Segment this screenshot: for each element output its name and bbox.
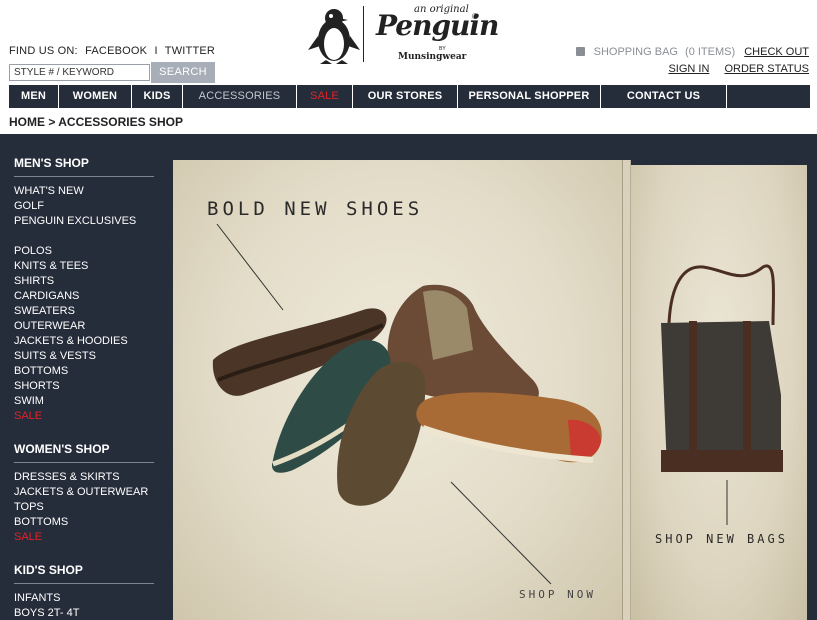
- breadcrumb: HOME > ACCESSORIES SHOP: [9, 115, 183, 129]
- sidebar-item-infants[interactable]: INFANTS: [14, 591, 154, 606]
- sidebar-item-jackets-outerwear[interactable]: JACKETS & OUTERWEAR: [14, 485, 154, 500]
- sidebar-item-sweaters[interactable]: SWEATERS: [14, 304, 154, 319]
- shoes-illustration: [212, 223, 602, 585]
- sidebar-item-knits-tees[interactable]: KNITS & TEES: [14, 259, 154, 274]
- shoes-banner[interactable]: BOLD NEW SHOES SHOP NOW: [173, 160, 622, 620]
- sidebar-item-bottoms[interactable]: BOTTOMS: [14, 364, 154, 379]
- logo-registered: ®: [472, 12, 478, 21]
- logo-divider: [363, 6, 364, 62]
- order-status-link[interactable]: ORDER STATUS: [724, 63, 809, 75]
- nav-kids[interactable]: KIDS: [132, 85, 183, 108]
- logo-munsingwear: Munsingwear: [398, 52, 467, 62]
- sidebar-item-dresses-skirts[interactable]: DRESSES & SKIRTS: [14, 470, 154, 485]
- nav-women[interactable]: WOMEN: [59, 85, 132, 108]
- hero-title: BOLD NEW SHOES: [207, 198, 424, 220]
- penguin-icon: [308, 9, 360, 64]
- checkout-link[interactable]: CHECK OUT: [744, 46, 809, 58]
- sidebar-item-jackets-hoodies[interactable]: JACKETS & HOODIES: [14, 334, 154, 349]
- bags-banner[interactable]: SHOP NEW BAGS: [631, 165, 807, 620]
- shopping-bag-count: (0 ITEMS): [685, 46, 736, 58]
- breadcrumb-current: ACCESSORIES SHOP: [58, 115, 183, 129]
- sidebar-item-golf[interactable]: GOLF: [14, 199, 154, 214]
- sidebar-item-boys-2t-4t[interactable]: BOYS 2T- 4T: [14, 606, 154, 620]
- search-button[interactable]: SEARCH: [151, 62, 215, 83]
- sidebar-item-outerwear[interactable]: OUTERWEAR: [14, 319, 154, 334]
- banner-divider: [622, 160, 631, 620]
- account-links: SHOPPING BAG (0 ITEMS) CHECK OUT SIGN IN…: [575, 46, 809, 75]
- shop-new-bags-link[interactable]: SHOP NEW BAGS: [655, 532, 788, 546]
- twitter-link[interactable]: TWITTER: [165, 45, 215, 57]
- sidebar-item-mens-sale[interactable]: SALE: [14, 409, 154, 424]
- shopping-bag-icon: [575, 47, 585, 56]
- sidebar-item-polos[interactable]: POLOS: [14, 244, 154, 259]
- breadcrumb-arrow: >: [48, 115, 56, 129]
- nav-sale[interactable]: SALE: [297, 85, 353, 108]
- breadcrumb-home[interactable]: HOME: [9, 115, 45, 129]
- shop-now-link[interactable]: SHOP NOW: [519, 588, 596, 601]
- social-links: FIND US ON: FACEBOOK I TWITTER: [9, 45, 215, 57]
- search-input[interactable]: [9, 64, 150, 81]
- tote-bag-illustration: [661, 264, 783, 525]
- main-nav: MEN WOMEN KIDS ACCESSORIES SALE OUR STOR…: [9, 85, 810, 108]
- shopping-bag-label[interactable]: SHOPPING BAG: [594, 46, 678, 58]
- sign-in-link[interactable]: SIGN IN: [668, 63, 709, 75]
- site-header: FIND US ON: FACEBOOK I TWITTER SEARCH an…: [0, 0, 817, 84]
- mens-shop-heading[interactable]: MEN'S SHOP: [14, 156, 154, 177]
- sidebar-item-whats-new[interactable]: WHAT'S NEW: [14, 184, 154, 199]
- social-separator: I: [154, 45, 158, 57]
- sidebar: MEN'S SHOP WHAT'S NEW GOLF PENGUIN EXCLU…: [14, 156, 154, 620]
- facebook-link[interactable]: FACEBOOK: [85, 45, 147, 57]
- sidebar-item-swim[interactable]: SWIM: [14, 394, 154, 409]
- womens-shop-heading[interactable]: WOMEN'S SHOP: [14, 442, 154, 463]
- nav-accessories[interactable]: ACCESSORIES: [183, 85, 297, 108]
- sidebar-item-womens-bottoms[interactable]: BOTTOMS: [14, 515, 154, 530]
- sidebar-item-suits-vests[interactable]: SUITS & VESTS: [14, 349, 154, 364]
- sidebar-item-shorts[interactable]: SHORTS: [14, 379, 154, 394]
- sidebar-item-cardigans[interactable]: CARDIGANS: [14, 289, 154, 304]
- kids-shop-heading[interactable]: KID'S SHOP: [14, 563, 154, 584]
- penguin-logo[interactable]: an original Penguin ® BY Munsingwear: [306, 4, 499, 66]
- sidebar-item-tops[interactable]: TOPS: [14, 500, 154, 515]
- find-us-label: FIND US ON:: [9, 45, 78, 57]
- nav-our-stores[interactable]: OUR STORES: [353, 85, 458, 108]
- logo-wordmark: Penguin: [376, 9, 499, 42]
- sidebar-item-womens-sale[interactable]: SALE: [14, 530, 154, 545]
- nav-men[interactable]: MEN: [9, 85, 59, 108]
- sidebar-item-penguin-exclusives[interactable]: PENGUIN EXCLUSIVES: [14, 214, 154, 229]
- sidebar-item-shirts[interactable]: SHIRTS: [14, 274, 154, 289]
- nav-personal-shopper[interactable]: PERSONAL SHOPPER: [458, 85, 601, 108]
- nav-contact-us[interactable]: CONTACT US: [601, 85, 727, 108]
- tan-sneaker-shoe: [416, 392, 602, 463]
